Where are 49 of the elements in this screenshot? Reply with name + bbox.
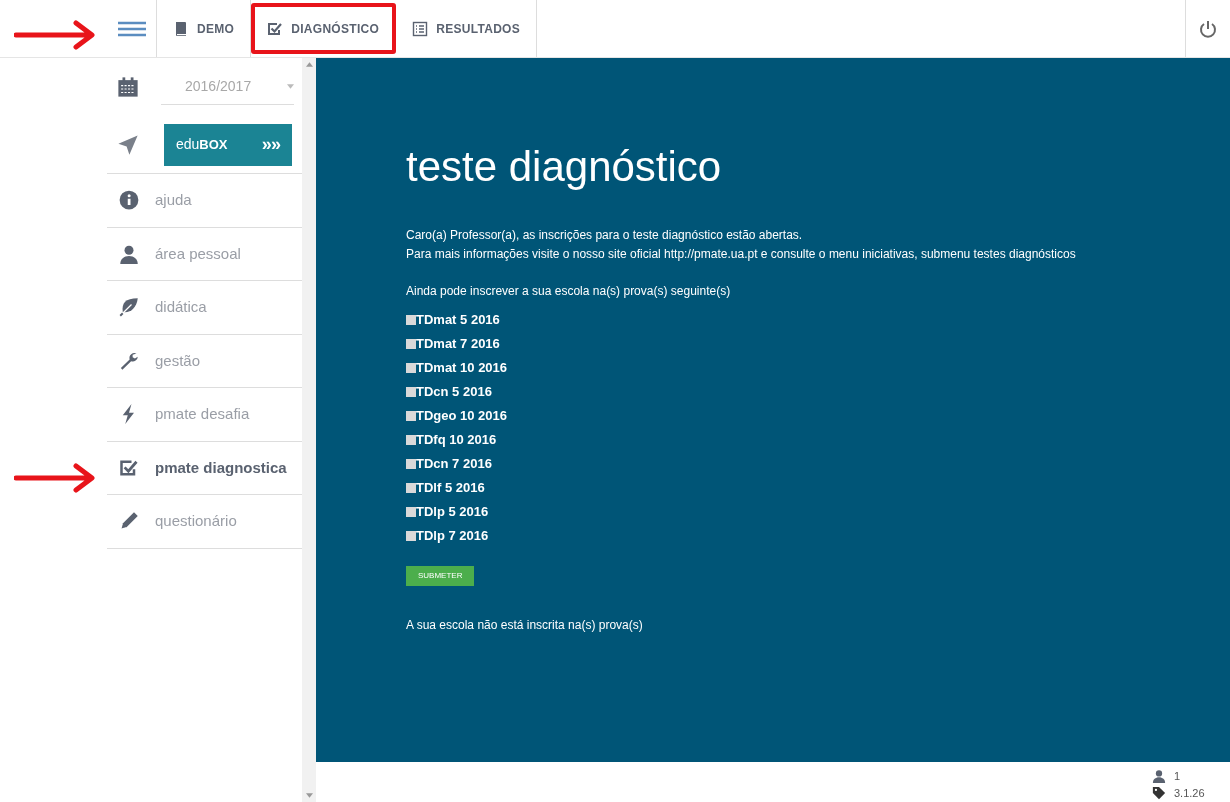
page-title: teste diagnóstico xyxy=(406,146,723,188)
book-icon xyxy=(173,20,189,37)
user-icon xyxy=(1152,769,1166,784)
test-label: TDgeo 10 2016 xyxy=(416,407,508,426)
menu-icon xyxy=(117,20,146,37)
prompt-text: Ainda pode inscrever a sua escola na(s) prova(s) seguinte(s) xyxy=(406,283,732,300)
test-label: TDmat 5 2016 xyxy=(416,311,500,330)
test-label: TDcn 7 2016 xyxy=(416,455,492,474)
checkbox-check-icon xyxy=(267,20,284,37)
leaf-icon xyxy=(119,297,139,318)
checkbox[interactable] xyxy=(406,339,416,349)
wrench-icon xyxy=(119,350,139,371)
checkbox[interactable] xyxy=(406,507,416,517)
checkbox[interactable] xyxy=(406,411,416,421)
submit-button[interactable]: SUBMETER xyxy=(406,566,475,586)
checkbox[interactable] xyxy=(406,363,416,373)
year-select[interactable]: 2016/2017 xyxy=(161,69,294,105)
paper-plane-icon xyxy=(117,133,139,156)
intro-text: Para mais informações visite o nosso site oficial http://pmate.ua.pt e consulte o menu iniciativas, submenu testes diagnósticos xyxy=(406,246,1077,263)
test-label: TDcn 5 2016 xyxy=(416,383,492,402)
list-icon xyxy=(412,20,429,37)
calendar-icon xyxy=(117,76,139,98)
test-label: TDlf 5 2016 xyxy=(416,479,485,498)
checkbox[interactable] xyxy=(406,435,416,445)
test-label: TDmat 10 2016 xyxy=(416,359,508,378)
status-text: A sua escola não está inscrita na(s) prova(s) xyxy=(406,617,644,634)
test-label: TDlp 5 2016 xyxy=(416,503,489,522)
user-count: 1 xyxy=(1174,769,1181,784)
test-label: TDmat 7 2016 xyxy=(416,335,500,354)
test-label: TDlp 7 2016 xyxy=(416,527,489,546)
checkbox[interactable] xyxy=(406,483,416,493)
scroll-down-icon[interactable] xyxy=(305,793,313,798)
intro-text: Caro(a) Professor(a), as inscrições para o teste diagnóstico estão abertas. xyxy=(406,227,804,244)
checkbox[interactable] xyxy=(406,315,416,325)
nav-tab[interactable]: DEMO xyxy=(157,0,252,57)
dropdown-caret-icon xyxy=(287,84,294,89)
scrollbar[interactable] xyxy=(302,58,316,802)
checkbox[interactable] xyxy=(406,531,416,541)
checkbox[interactable] xyxy=(406,459,416,469)
checkbox[interactable] xyxy=(406,387,416,397)
nav-tab[interactable]: RESULTADOS xyxy=(396,0,538,57)
power-icon xyxy=(1198,18,1218,39)
info-icon xyxy=(119,190,139,211)
test-label: TDfq 10 2016 xyxy=(416,431,497,450)
version-text: 3.1.26 xyxy=(1174,785,1205,801)
nav-tab[interactable]: DIAGNÓSTICO xyxy=(251,3,397,54)
scroll-up-icon[interactable] xyxy=(305,62,313,67)
edubox-banner[interactable]: eduBOX »» xyxy=(164,123,292,166)
user-icon xyxy=(119,243,139,264)
